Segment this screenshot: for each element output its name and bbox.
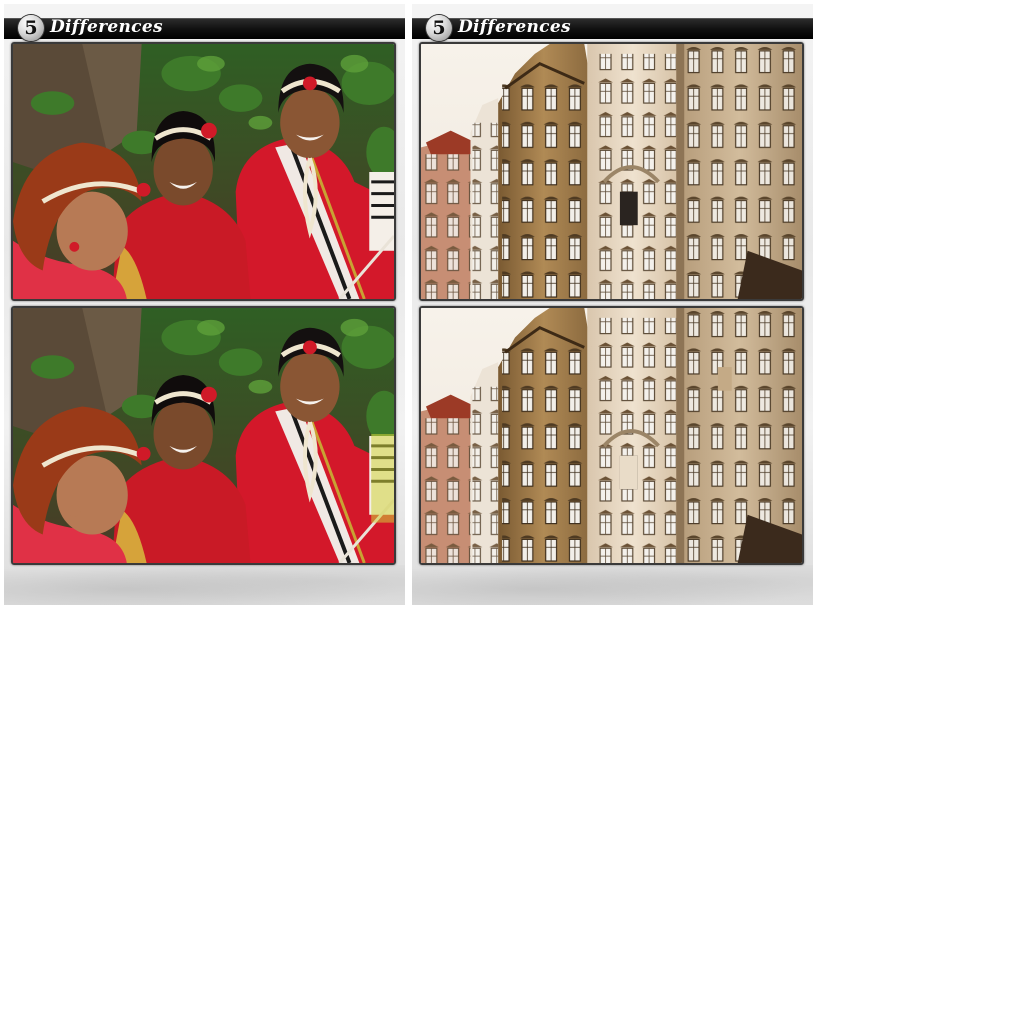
difference-count-badge: 5 xyxy=(426,15,452,41)
original-photo[interactable] xyxy=(419,42,804,301)
old-town-facades-image xyxy=(421,308,802,563)
women-in-saris-image xyxy=(13,44,394,299)
old-town-facades-image xyxy=(421,44,802,299)
difference-count: 5 xyxy=(432,16,446,39)
original-photo[interactable] xyxy=(11,42,396,301)
modified-photo[interactable] xyxy=(11,306,396,565)
puzzle-panel-buildings: 5 Differences xyxy=(412,4,813,605)
puzzle-title: Differences xyxy=(458,17,571,37)
women-in-saris-image xyxy=(13,308,394,563)
difference-count: 5 xyxy=(24,16,38,39)
modified-photo[interactable] xyxy=(419,306,804,565)
puzzle-title: Differences xyxy=(50,17,163,37)
puzzle-panel-women: 5 Differences xyxy=(4,4,405,605)
difference-count-badge: 5 xyxy=(18,15,44,41)
